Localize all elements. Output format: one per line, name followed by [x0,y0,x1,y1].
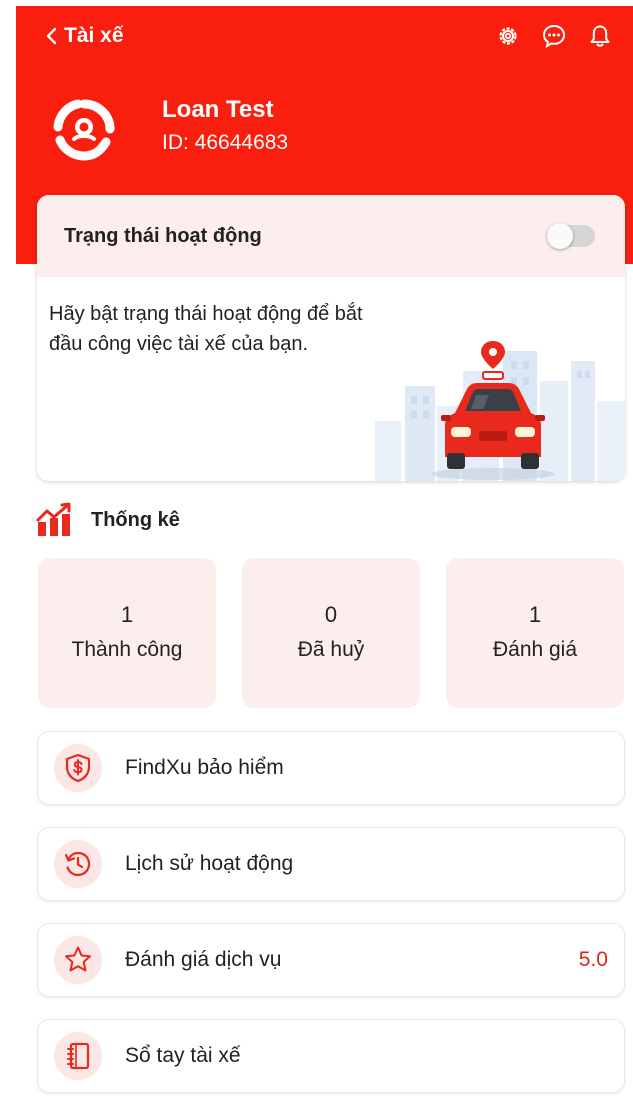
driver-logo-icon [53,99,115,161]
menu-item-handbook[interactable]: Sổ tay tài xế [37,1019,625,1093]
stat-label: Thành công [71,638,183,661]
chat-icon[interactable] [539,21,569,51]
settings-icon[interactable] [493,21,523,51]
menu-label: FindXu bảo hiểm [125,756,284,779]
status-toggle[interactable] [547,223,595,249]
back-label: Tài xế [64,24,124,47]
toggle-knob [547,223,573,249]
driver-screen: Tài xế Loan Test ID: 46644683 Trạng thái… [16,6,633,1101]
avatar[interactable] [48,94,120,166]
status-title: Trạng thái hoạt động [64,225,262,247]
stat-success[interactable]: 1 Thành công [38,558,216,708]
menu-item-history[interactable]: Lịch sử hoạt động [37,827,625,901]
star-icon [54,936,102,984]
back-button[interactable]: Tài xế [42,22,124,50]
stat-value: 1 [528,602,542,627]
status-description: Hãy bật trạng thái hoạt động để bắt đầu … [49,303,363,355]
notebook-icon [54,1032,102,1080]
stat-value: 1 [120,602,134,627]
menu-label: Lịch sử hoạt động [125,852,294,875]
bell-icon[interactable] [585,21,615,51]
history-icon [54,840,102,888]
rating-value: 5.0 [578,948,608,971]
stat-label: Đã huỷ [297,638,365,661]
header-actions [477,21,615,51]
status-card-header: Trạng thái hoạt động [37,195,625,277]
stat-rating[interactable]: 1 Đánh giá [446,558,624,708]
shield-dollar-icon [54,744,102,792]
stat-value: 0 [324,602,338,627]
user-name: Loan Test [162,96,274,123]
menu-item-insurance[interactable]: FindXu bảo hiểm [37,731,625,805]
menu-label: Sổ tay tài xế [125,1044,241,1067]
chevron-left-icon [46,27,57,45]
menu-label: Đánh giá dịch vụ [125,948,282,971]
status-card: Trạng thái hoạt động Hãy bật trạng thái … [37,195,625,481]
stat-label: Đánh giá [492,638,578,661]
stats-title: Thống kê [91,508,180,531]
user-id: ID: 46644683 [162,131,289,154]
stat-cancelled[interactable]: 0 Đã huỷ [242,558,420,708]
stats-header: Thống kê [36,502,180,538]
chart-trend-icon [36,502,71,536]
city-car-illustration [375,331,625,481]
menu-item-rating[interactable]: Đánh giá dịch vụ 5.0 [37,923,625,997]
